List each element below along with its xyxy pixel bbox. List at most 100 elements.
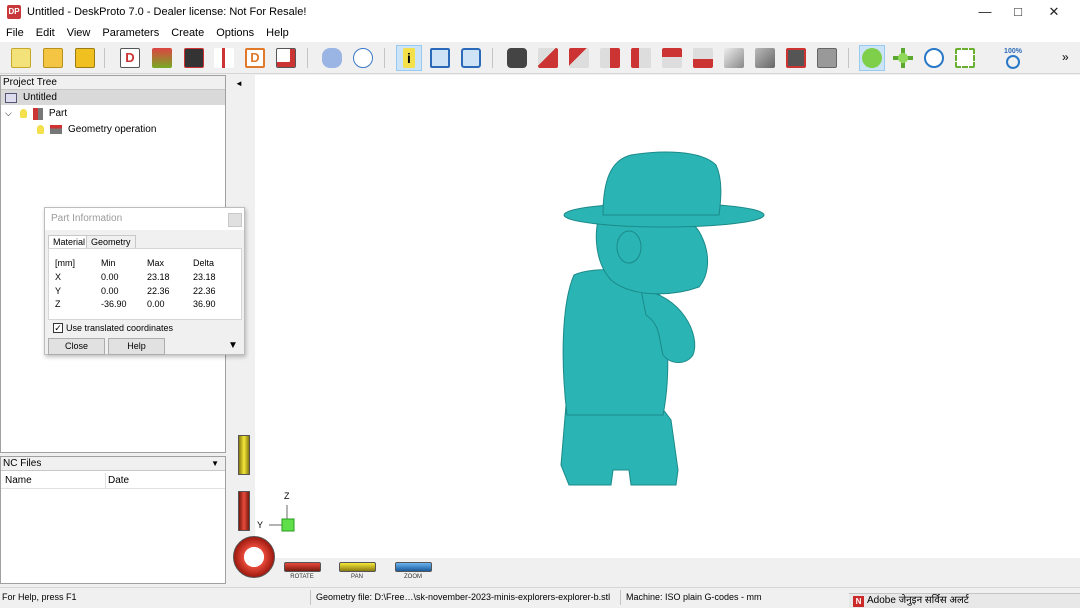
help-button[interactable]: Help xyxy=(108,338,165,355)
window-title: Untitled - DeskProto 7.0 - Dealer licens… xyxy=(27,6,307,18)
window-icon[interactable] xyxy=(427,45,453,71)
axis-y-label: Y xyxy=(257,520,263,530)
render-wire-icon[interactable] xyxy=(814,45,840,71)
view-icon[interactable] xyxy=(458,45,484,71)
rotate-wheel[interactable] xyxy=(284,562,321,572)
dialog-close-icon[interactable] xyxy=(228,213,242,227)
rotate-wheel-vertical[interactable] xyxy=(238,491,250,531)
table-cell: 0.00 xyxy=(101,286,119,296)
pan-icon[interactable] xyxy=(890,45,916,71)
table-cell: 23.18 xyxy=(147,272,170,282)
pan-wheel[interactable] xyxy=(339,562,376,572)
tab-geometry[interactable]: Geometry xyxy=(86,235,136,249)
drawing-icon[interactable]: D xyxy=(242,45,268,71)
dropdown-arrow-icon[interactable]: ▼ xyxy=(211,457,219,470)
nc-files-panel: NC Files ▼ Name Date xyxy=(0,456,226,584)
project-tree-header: Project Tree xyxy=(1,76,225,90)
zoom-100-icon[interactable]: 100% xyxy=(1000,45,1026,71)
save-project-icon[interactable] xyxy=(72,45,98,71)
maximize-icon[interactable]: □ xyxy=(1000,0,1036,24)
zoom-in-icon[interactable] xyxy=(921,45,947,71)
status-help: For Help, press F1 xyxy=(2,592,77,602)
render-icon[interactable] xyxy=(783,45,809,71)
view-top-icon[interactable] xyxy=(659,45,685,71)
menu-options[interactable]: Options xyxy=(210,24,260,42)
view-iso2-icon[interactable] xyxy=(752,45,778,71)
lightbulb-icon[interactable] xyxy=(37,125,44,134)
tree-item-label: Untitled xyxy=(23,92,57,103)
view-iso-icon[interactable] xyxy=(721,45,747,71)
new-project-icon[interactable] xyxy=(8,45,34,71)
toolbar-overflow-icon[interactable]: » xyxy=(1062,50,1069,64)
operation-icon xyxy=(50,125,62,134)
chevron-down-icon[interactable]: ⌵ xyxy=(5,106,12,121)
menu-view[interactable]: View xyxy=(61,24,97,42)
table-cell: X xyxy=(55,272,62,282)
table-cell: 0.00 xyxy=(147,299,165,309)
model-view[interactable]: Z Y xyxy=(231,75,1080,587)
tree-item-untitled[interactable]: Untitled xyxy=(1,90,225,105)
export-icon[interactable] xyxy=(273,45,299,71)
layer-icon[interactable] xyxy=(319,45,345,71)
close-button[interactable]: Close xyxy=(48,338,105,355)
nc-files-title: NC Files xyxy=(3,458,42,469)
view-left-icon[interactable] xyxy=(597,45,623,71)
camera-icon[interactable] xyxy=(504,45,530,71)
view-front-icon[interactable] xyxy=(535,45,561,71)
pan-wheel-vertical[interactable] xyxy=(238,435,250,475)
tree-item-geometry-operation[interactable]: Geometry operation xyxy=(37,122,156,137)
dialog-title: Part Information xyxy=(45,208,244,230)
expand-arrow-icon[interactable]: ▼ xyxy=(228,340,238,351)
tab-material[interactable]: Material xyxy=(48,235,91,249)
menu-help[interactable]: Help xyxy=(260,24,295,42)
column-date[interactable]: Date xyxy=(108,475,129,486)
add-part-icon[interactable] xyxy=(149,45,175,71)
adobe-alert-notification[interactable]: N Adobe जेनुइन सर्विस अलर्ट xyxy=(849,593,1080,608)
table-header-unit: [mm] xyxy=(55,258,75,268)
menu-file[interactable]: File xyxy=(0,24,30,42)
view-back-icon[interactable] xyxy=(566,45,592,71)
menu-create[interactable]: Create xyxy=(165,24,210,42)
3d-viewport[interactable]: Z Y xyxy=(231,75,1080,587)
table-cell: 36.90 xyxy=(193,299,216,309)
preview-icon[interactable] xyxy=(350,45,376,71)
collapse-arrow-icon[interactable]: ◄ xyxy=(235,79,243,88)
zoom-wheel[interactable] xyxy=(395,562,432,572)
bitmap-icon[interactable] xyxy=(181,45,207,71)
minimize-icon[interactable]: — xyxy=(967,0,1003,24)
adobe-icon: N xyxy=(853,596,864,607)
view-right-icon[interactable] xyxy=(628,45,654,71)
rotate-dial[interactable] xyxy=(233,536,275,578)
lightbulb-icon[interactable] xyxy=(19,109,27,118)
zoom-label: ZOOM xyxy=(404,574,422,580)
table-cell: Y xyxy=(55,286,62,296)
rotate-icon[interactable] xyxy=(859,45,885,71)
axis-widget: Z Y xyxy=(257,491,295,532)
menu-edit[interactable]: Edit xyxy=(30,24,61,42)
tree-item-part[interactable]: ⌵ Part xyxy=(5,106,67,121)
info-icon[interactable]: i xyxy=(396,45,422,71)
alert-text: Adobe जेनुइन सर्विस अलर्ट xyxy=(867,595,969,606)
use-translated-checkbox[interactable]: ✓ xyxy=(53,323,63,333)
part-wizard-icon[interactable]: D xyxy=(117,45,143,71)
status-bar: For Help, press F1 Geometry file: D:\Fre… xyxy=(0,587,1080,608)
table-header-min: Min xyxy=(101,258,116,268)
close-icon[interactable]: ✕ xyxy=(1036,0,1072,24)
tree-item-label: Part xyxy=(48,108,68,119)
view-bottom-icon[interactable] xyxy=(690,45,716,71)
table-cell: 22.36 xyxy=(147,286,170,296)
toolbar: D D i 100% » xyxy=(0,42,1080,74)
title-bar: DP Untitled - DeskProto 7.0 - Dealer lic… xyxy=(0,0,1080,24)
menu-parameters[interactable]: Parameters xyxy=(96,24,165,42)
use-translated-label: Use translated coordinates xyxy=(66,323,174,333)
tool-icon[interactable] xyxy=(211,45,237,71)
project-icon xyxy=(5,92,17,103)
table-cell: 22.36 xyxy=(193,286,216,296)
table-header-delta: Delta xyxy=(193,258,215,268)
status-machine: Machine: ISO plain G-codes - mm xyxy=(626,592,762,602)
zoom-window-icon[interactable] xyxy=(952,45,978,71)
open-project-icon[interactable] xyxy=(40,45,66,71)
table-header-max: Max xyxy=(147,258,165,268)
table-cell: 23.18 xyxy=(193,272,216,282)
column-name[interactable]: Name xyxy=(5,475,32,486)
